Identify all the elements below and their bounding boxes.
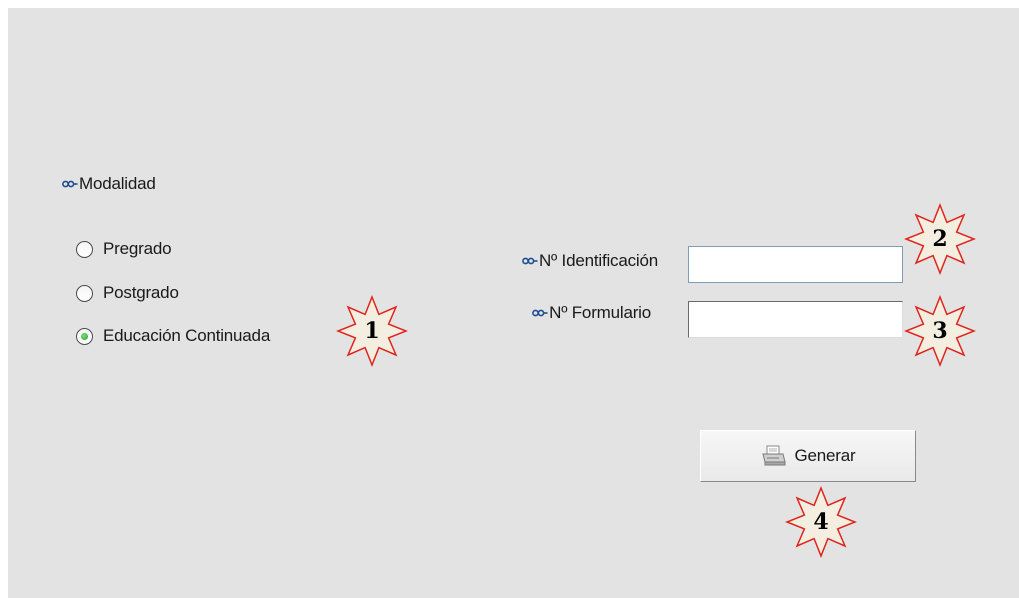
annotation-badge-3: 3 [904,295,976,367]
annotation-number: 3 [932,318,948,344]
formulario-input[interactable] [689,302,902,337]
annotation-badge-2: 2 [904,203,976,275]
identificacion-label-row: Nº Identificación [522,251,658,271]
radio-option-pregrado[interactable]: Pregrado [76,238,172,260]
generar-button-label: Generar [794,446,856,465]
radio-label: Pregrado [103,239,172,258]
modalidad-label: Modalidad [79,174,156,193]
identificacion-label: Nº Identificación [538,251,658,270]
annotation-number: 4 [813,509,829,535]
annotation-badge-1: 1 [336,295,408,367]
radio-button-selected[interactable] [76,327,93,345]
info-link-icon [522,256,538,266]
formulario-label-row: Nº Formulario [532,303,651,323]
modalidad-label-row: Modalidad [62,174,156,194]
radio-option-postgrado[interactable]: Postgrado [76,282,179,304]
info-link-icon [62,179,78,189]
radio-label: Postgrado [103,283,179,302]
annotation-number: 1 [364,318,380,344]
identificacion-field[interactable] [688,246,903,283]
annotation-number: 2 [932,226,948,252]
radio-button[interactable] [76,240,93,258]
radio-option-educacion-continuada[interactable]: Educación Continuada [76,325,270,347]
info-link-icon [532,308,548,318]
annotation-badge-4: 4 [785,486,857,558]
identificacion-input[interactable] [689,247,902,282]
radio-label: Educación Continuada [103,326,271,345]
radio-button[interactable] [76,284,93,302]
generar-button[interactable]: Generar [700,430,916,482]
formulario-label: Nº Formulario [549,303,651,322]
printer-icon [761,445,786,466]
formulario-field[interactable] [688,301,903,338]
